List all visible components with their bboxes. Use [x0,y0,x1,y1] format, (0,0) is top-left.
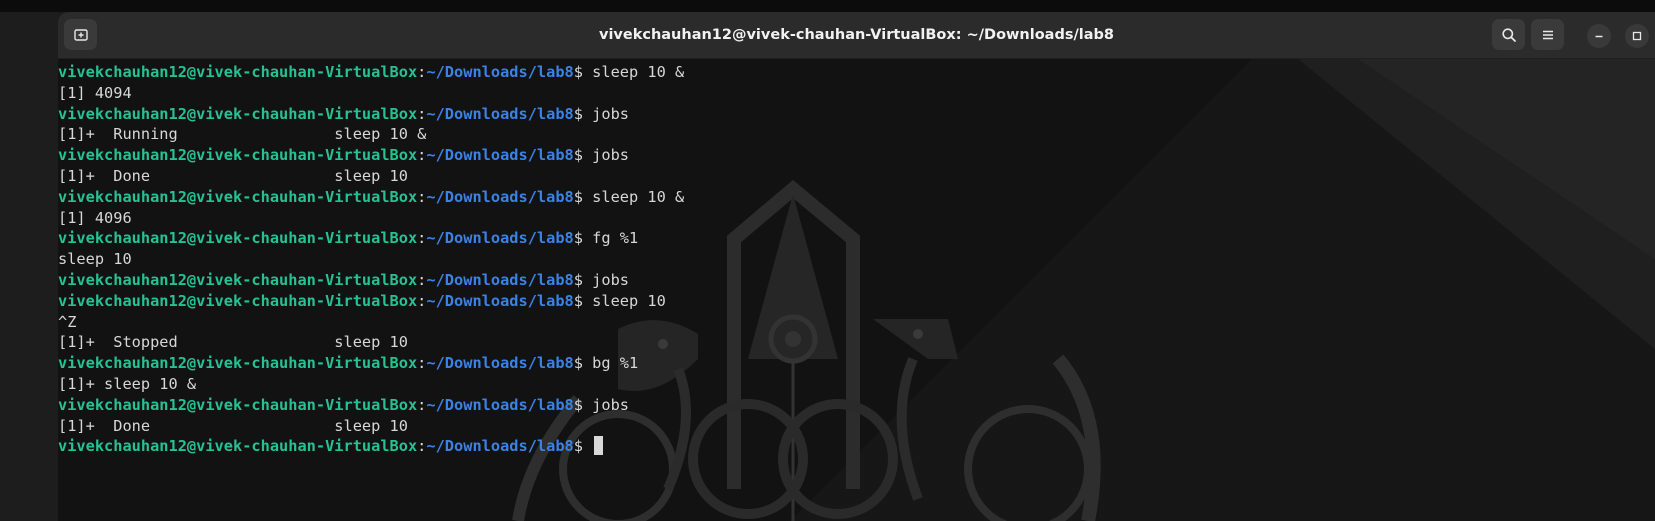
desktop-background [0,12,58,521]
search-button[interactable] [1492,19,1525,50]
command-text: jobs [592,395,630,414]
output-line: [1]+ Done sleep 10 [58,416,408,435]
minimize-button[interactable] [1587,24,1611,48]
prompt-path: ~/Downloads/lab8 [426,437,574,456]
terminal-area[interactable]: vivekchauhan12@vivek-chauhan-VirtualBox:… [58,59,1655,521]
prompt-user-host: vivekchauhan12@vivek-chauhan-VirtualBox [58,229,418,248]
prompt-separator: : [417,270,427,289]
command-text: jobs [592,104,630,123]
prompt-user-host: vivekchauhan12@vivek-chauhan-VirtualBox [58,187,418,206]
text-cursor [594,436,604,456]
terminal-output: vivekchauhan12@vivek-chauhan-VirtualBox:… [58,62,684,457]
command-text: sleep 10 & [592,187,685,206]
prompt-path: ~/Downloads/lab8 [426,354,574,373]
maximize-icon [1632,31,1642,41]
output-line: [1]+ Done sleep 10 [58,166,408,185]
search-icon [1501,27,1516,42]
prompt-symbol: $ [573,354,593,373]
top-bar [0,0,1655,12]
prompt-user-host: vivekchauhan12@vivek-chauhan-VirtualBox [58,291,418,310]
window-title: vivekchauhan12@vivek-chauhan-VirtualBox:… [599,27,1114,43]
prompt-user-host: vivekchauhan12@vivek-chauhan-VirtualBox [58,104,418,123]
prompt-path: ~/Downloads/lab8 [426,395,574,414]
prompt-separator: : [417,229,427,248]
prompt-user-host: vivekchauhan12@vivek-chauhan-VirtualBox [58,437,418,456]
prompt-path: ~/Downloads/lab8 [426,229,574,248]
prompt-line: vivekchauhan12@vivek-chauhan-VirtualBox:… [58,228,684,249]
menu-button[interactable] [1531,19,1564,50]
prompt-separator: : [417,63,427,81]
prompt-line: vivekchauhan12@vivek-chauhan-VirtualBox:… [58,187,684,208]
minimize-icon [1595,35,1603,38]
prompt-line: vivekchauhan12@vivek-chauhan-VirtualBox:… [58,145,684,166]
prompt-user-host: vivekchauhan12@vivek-chauhan-VirtualBox [58,270,418,289]
terminal-window: vivekchauhan12@vivek-chauhan-VirtualBox:… [58,12,1655,521]
output-line: [1]+ sleep 10 & [58,374,197,393]
prompt-symbol: $ [573,437,593,456]
prompt-path: ~/Downloads/lab8 [426,146,574,165]
prompt-line: vivekchauhan12@vivek-chauhan-VirtualBox:… [58,62,684,83]
prompt-separator: : [417,104,427,123]
output-line: [1]+ Stopped sleep 10 [58,333,408,352]
command-text: bg %1 [592,354,639,373]
prompt-line: vivekchauhan12@vivek-chauhan-VirtualBox:… [58,395,684,416]
prompt-path: ~/Downloads/lab8 [426,187,574,206]
prompt-symbol: $ [573,104,593,123]
command-text: jobs [592,146,630,165]
prompt-separator: : [417,437,427,456]
output-line: ^Z [58,312,77,331]
prompt-symbol: $ [573,395,593,414]
prompt-line: vivekchauhan12@vivek-chauhan-VirtualBox:… [58,353,684,374]
prompt-line: vivekchauhan12@vivek-chauhan-VirtualBox:… [58,104,684,125]
prompt-line: vivekchauhan12@vivek-chauhan-VirtualBox:… [58,270,684,291]
prompt-separator: : [417,291,427,310]
command-text: sleep 10 [592,291,666,310]
prompt-path: ~/Downloads/lab8 [426,270,574,289]
output-line: sleep 10 [58,250,132,269]
prompt-separator: : [417,395,427,414]
prompt-user-host: vivekchauhan12@vivek-chauhan-VirtualBox [58,395,418,414]
prompt-line: vivekchauhan12@vivek-chauhan-VirtualBox:… [58,436,684,457]
prompt-line: vivekchauhan12@vivek-chauhan-VirtualBox:… [58,291,684,312]
prompt-symbol: $ [573,146,593,165]
prompt-path: ~/Downloads/lab8 [426,63,574,81]
prompt-user-host: vivekchauhan12@vivek-chauhan-VirtualBox [58,63,418,81]
maximize-button[interactable] [1625,24,1649,48]
prompt-symbol: $ [573,229,593,248]
output-line: [1]+ Running sleep 10 & [58,125,427,144]
command-text: sleep 10 & [592,63,685,81]
prompt-separator: : [417,187,427,206]
output-line: [1] 4094 [58,83,132,102]
prompt-path: ~/Downloads/lab8 [426,291,574,310]
command-text: fg %1 [592,229,639,248]
command-text: jobs [592,270,630,289]
prompt-user-host: vivekchauhan12@vivek-chauhan-VirtualBox [58,146,418,165]
prompt-symbol: $ [573,63,593,81]
prompt-symbol: $ [573,187,593,206]
output-line: [1] 4096 [58,208,132,227]
prompt-path: ~/Downloads/lab8 [426,104,574,123]
prompt-symbol: $ [573,291,593,310]
hamburger-menu-icon [1542,30,1553,39]
titlebar: vivekchauhan12@vivek-chauhan-VirtualBox:… [58,12,1655,59]
prompt-separator: : [417,354,427,373]
prompt-separator: : [417,146,427,165]
prompt-symbol: $ [573,270,593,289]
prompt-user-host: vivekchauhan12@vivek-chauhan-VirtualBox [58,354,418,373]
